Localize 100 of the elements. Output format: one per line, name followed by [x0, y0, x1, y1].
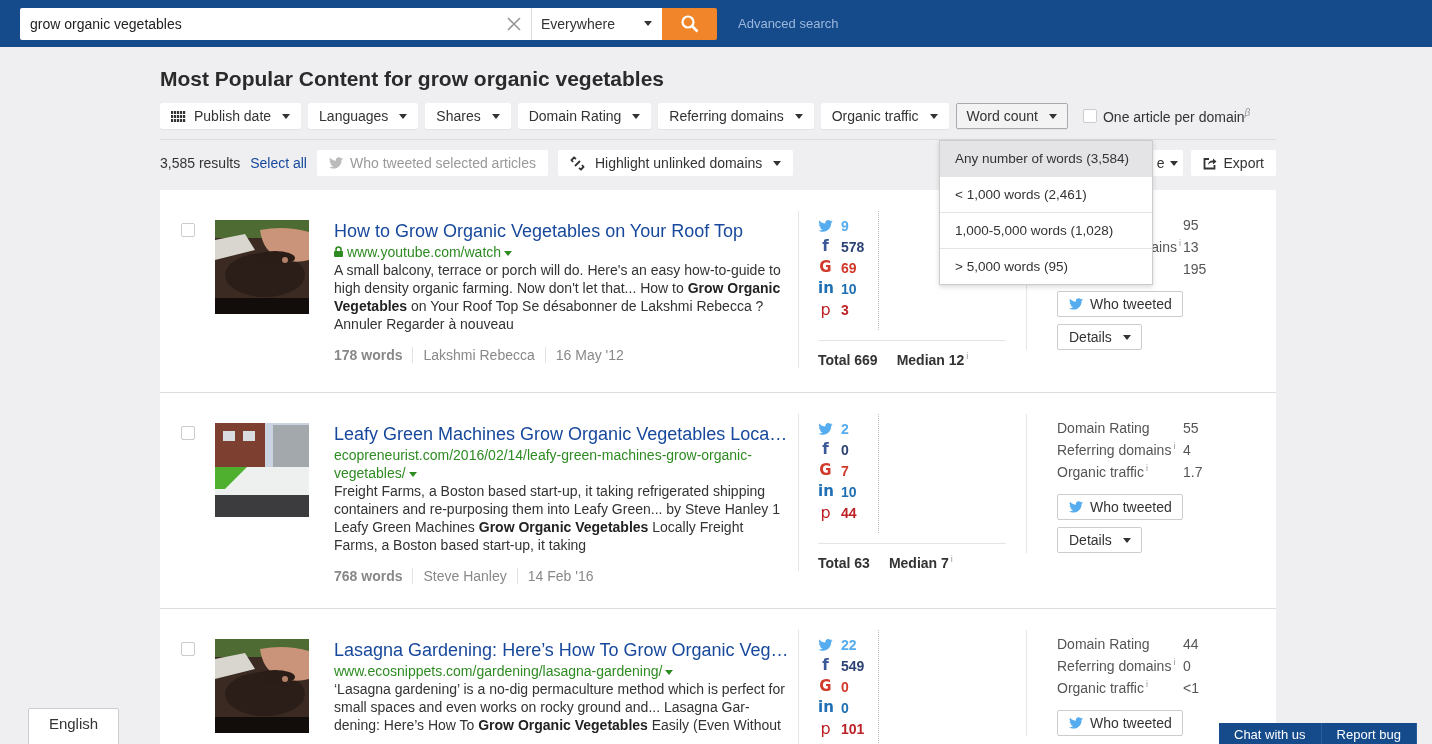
who-tweeted-button[interactable]: Who tweeted — [1057, 494, 1183, 520]
linkedin-icon: in — [818, 281, 833, 296]
grid-icon — [171, 110, 186, 122]
filter-dropdown[interactable]: Shares — [425, 103, 511, 129]
scope-dropdown[interactable]: Everywhere — [531, 7, 662, 40]
search-button[interactable] — [662, 7, 717, 40]
publish-date: 16 May '12 — [544, 347, 634, 363]
article-snippet: A small balcony, terrace or porch will do. Here's an easy how-to-guide to high density organic farming. Now don't let that... How to Grow Organic Vegetables on Your Roof Top Se désabonner de Lakshmi Rebecca ? Annuler Regarder à nouveau — [334, 261, 782, 333]
share-count: 10 — [841, 483, 857, 500]
metric-value: 195 — [1183, 261, 1207, 277]
menu-item[interactable]: < 1,000 words (2,461) — [940, 176, 1152, 212]
word-count: 178 words — [334, 347, 404, 363]
word-count: 768 words — [334, 568, 404, 584]
who-tweeted-button[interactable]: Who tweeted — [1057, 710, 1183, 736]
menu-item[interactable]: 1,000-5,000 words (1,028) — [940, 212, 1152, 248]
article-url-link[interactable]: www.ecosnippets.com/gardening/lasagna-gardening/ — [334, 662, 674, 680]
facebook-icon: f — [818, 658, 833, 673]
share-median: Median 12 — [896, 352, 965, 368]
language-button[interactable]: English — [28, 708, 119, 744]
twitter-bird-icon — [329, 157, 343, 169]
twitter-bird-icon — [1069, 717, 1083, 729]
share-count: 2 — [841, 420, 849, 437]
lock-icon — [334, 246, 343, 257]
article-title-link[interactable]: Lasagna Gardening: Here’s How To Grow Organic Veg… — [334, 638, 786, 662]
filter-dropdown[interactable]: Languages — [308, 103, 419, 129]
article-title-link[interactable]: How to Grow Organic Vegetables on Your Roof Top — [334, 219, 786, 243]
article-snippet: Freight Farms, a Boston based start-up, it taking refrigerated shipping containers and re-purposing them into Leafy Green... by Steve Hanley 1 Leafy Green Machines Grow Organic Vegetables Locally Freight Farms, a Boston based start-up, it taking — [334, 482, 781, 554]
broken-link-icon — [569, 155, 585, 171]
metric-label: Domain Rating — [1057, 420, 1150, 436]
share-count: 7 — [841, 462, 849, 479]
search-icon — [680, 14, 699, 33]
article-checkbox[interactable] — [181, 223, 195, 237]
share-count: 44 — [841, 504, 857, 521]
article-checkbox[interactable] — [181, 642, 195, 656]
filter-dropdown[interactable]: Domain Rating — [517, 103, 652, 129]
share-total: Total 669 — [818, 352, 878, 368]
details-dropdown[interactable]: Details — [1057, 324, 1142, 350]
article-snippet: ‘Lasagna gardening’ is a no-dig permaculture method which is perfect for small spaces and even works on rocky ground and... Lasagna Gar-dening: Here’s How To Grow Organic Vegetables Easily (Even Without — [334, 680, 786, 734]
facebook-icon: f — [818, 442, 833, 457]
metric-label: Domain Rating — [1057, 636, 1150, 652]
support-button[interactable]: Report bug — [1321, 723, 1417, 744]
linkedin-icon: in — [818, 484, 833, 499]
filter-dropdown[interactable]: Referring domains — [658, 103, 814, 129]
filter-dropdown[interactable]: Word count — [955, 103, 1068, 129]
google-icon: G — [818, 679, 833, 694]
who-tweeted-button[interactable]: Who tweeted — [1057, 291, 1183, 317]
share-count: 549 — [841, 657, 865, 674]
article-author: Lakshmi Rebecca — [412, 347, 545, 363]
share-count: 0 — [841, 678, 849, 695]
details-dropdown[interactable]: Details — [1057, 527, 1142, 553]
google-icon: G — [818, 260, 833, 275]
article-title-link[interactable]: Leafy Green Machines Grow Organic Vegetables Loca… — [334, 422, 786, 446]
facebook-icon: f — [818, 239, 833, 254]
metric-label: Organic traffic — [1057, 464, 1144, 480]
filter-dropdown[interactable]: Organic traffic — [820, 103, 949, 129]
share-count: 578 — [841, 238, 865, 255]
highlight-unlinked-dropdown[interactable]: Highlight unlinked domains — [557, 150, 794, 176]
share-count: 0 — [841, 699, 849, 716]
twitter-bird-icon — [818, 638, 833, 651]
article-url-link[interactable]: ecopreneurist.com/2016/02/14/leafy-green-machines-grow-organic-vegetables/ — [334, 446, 786, 482]
select-all-link[interactable]: Select all — [250, 155, 307, 171]
one-article-checkbox[interactable]: One article per domain$^{β}$ — [1082, 107, 1251, 125]
share-count: 22 — [841, 636, 857, 653]
metric-value: 1.7 — [1183, 464, 1203, 480]
metric-value: <1 — [1183, 680, 1199, 696]
filter-dropdown[interactable]: Publish date — [160, 103, 302, 129]
export-icon — [1202, 156, 1217, 170]
metric-label: Referring domains — [1057, 442, 1172, 458]
share-median: Median 7 — [888, 555, 949, 571]
clear-icon[interactable] — [507, 16, 521, 31]
metric-value: 44 — [1183, 636, 1199, 652]
metric-value: 55 — [1183, 420, 1199, 436]
google-icon: G — [818, 463, 833, 478]
page-heading: Most Popular Content for grow organic vegetables — [160, 66, 666, 92]
share-count: 69 — [841, 259, 857, 276]
menu-item[interactable]: > 5,000 words (95) — [940, 248, 1152, 284]
twitter-bird-icon — [1069, 501, 1083, 513]
share-total: Total 63 — [818, 555, 870, 571]
twitter-bird-icon — [818, 219, 833, 232]
support-button[interactable]: Chat with us — [1219, 723, 1322, 744]
share-count: 9 — [841, 217, 849, 234]
pinterest-icon: p — [818, 504, 833, 521]
metric-value: 4 — [1183, 442, 1191, 458]
article-url-link[interactable]: www.youtube.com/watch — [347, 243, 513, 261]
export-button[interactable]: Export — [1190, 150, 1276, 176]
search-field[interactable]: grow organic vegetables — [20, 7, 531, 40]
share-count: 3 — [841, 301, 849, 318]
menu-item[interactable]: Any number of words (3,584) — [940, 141, 1152, 176]
pinterest-icon: p — [818, 720, 833, 737]
share-count: 0 — [841, 441, 849, 458]
article-author: Steve Hanley — [412, 568, 517, 584]
advanced-search-link[interactable]: Advanced search — [738, 16, 839, 31]
results-count: 3,585 results — [160, 155, 241, 171]
linkedin-icon: in — [818, 700, 833, 715]
twitter-bird-icon — [818, 422, 833, 435]
metric-value: 95 — [1183, 217, 1199, 233]
publish-date: 14 Feb '16 — [516, 568, 604, 584]
pinterest-icon: p — [818, 301, 833, 318]
article-checkbox[interactable] — [181, 426, 195, 440]
search-query: grow organic vegetables — [30, 15, 183, 32]
